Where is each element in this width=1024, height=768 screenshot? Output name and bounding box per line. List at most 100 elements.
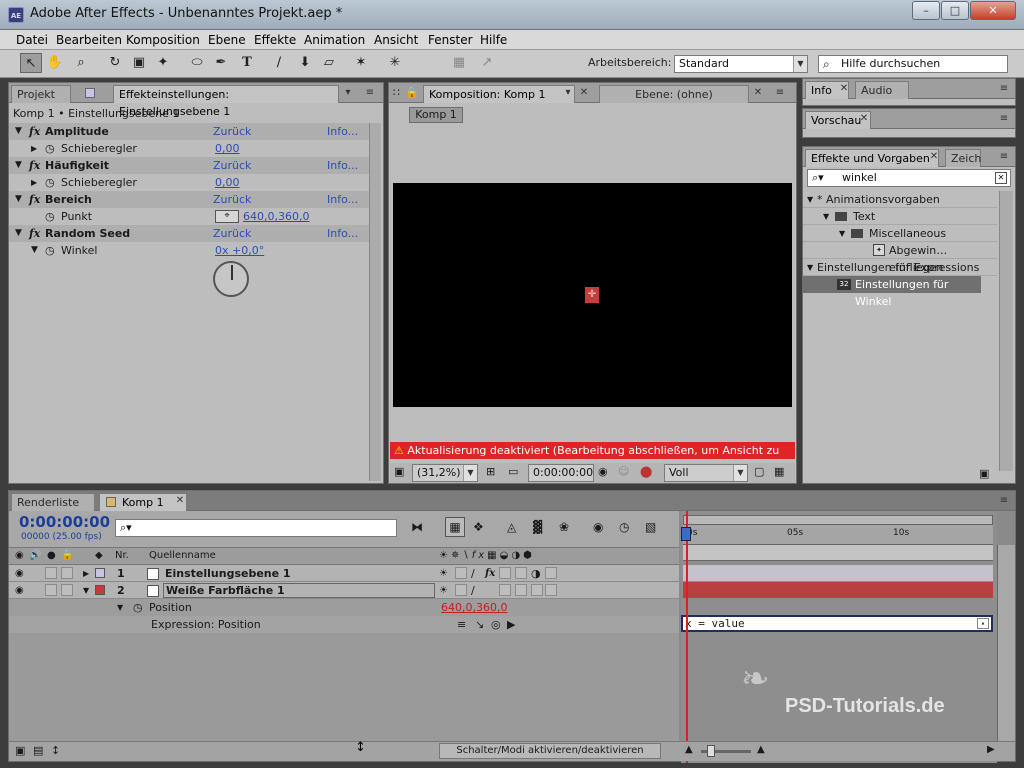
anchor-crosshair-icon[interactable]: ✛ bbox=[585, 287, 599, 303]
puppet-pin-tool-icon[interactable]: ✳ bbox=[384, 53, 406, 73]
menu-datei[interactable]: Datei bbox=[16, 33, 48, 47]
panel-menu-icon[interactable]: ≡ bbox=[997, 83, 1011, 95]
menu-ebene[interactable]: Ebene bbox=[208, 33, 246, 47]
axis-mode-icon[interactable]: ↗ bbox=[476, 53, 498, 73]
eraser-tool-icon[interactable]: ▱ bbox=[318, 53, 340, 73]
triangle-down-icon[interactable]: ▼ bbox=[807, 259, 813, 276]
reset-link[interactable]: Zurück bbox=[213, 191, 251, 208]
chevron-down-icon[interactable]: ▾ bbox=[341, 87, 355, 99]
live-update-icon[interactable]: ▧ bbox=[645, 520, 656, 534]
expand-in-out-icon[interactable]: ↕ bbox=[51, 744, 60, 757]
close-tab-icon[interactable]: ✕ bbox=[173, 495, 187, 507]
channel-icon[interactable]: ⬤ bbox=[640, 465, 652, 478]
layer-name[interactable]: Weiße Farbfläche 1 bbox=[163, 583, 435, 598]
effect-haeufigkeit[interactable]: ▼ fx Häufigkeit Zurück Info... bbox=[9, 157, 375, 174]
current-time-field[interactable]: 0:00:00:00 bbox=[528, 464, 594, 482]
current-time-indicator[interactable] bbox=[686, 511, 688, 763]
time-ruler[interactable]: 0s 05s 10s bbox=[683, 525, 993, 545]
switch-box[interactable] bbox=[455, 567, 467, 579]
switch-box[interactable] bbox=[515, 567, 527, 579]
reset-link[interactable]: Zurück bbox=[213, 157, 251, 174]
switch-box[interactable] bbox=[499, 567, 511, 579]
triangle-down-icon[interactable]: ▼ bbox=[31, 242, 38, 259]
label-column-icon[interactable]: ◆ bbox=[95, 548, 103, 564]
switch-box[interactable] bbox=[545, 584, 557, 596]
stopwatch-icon[interactable]: ◷ bbox=[133, 599, 143, 616]
tree-item-expression-controls[interactable]: ▼ Einstellungen für Expressions bbox=[803, 259, 997, 276]
panel-menu-icon[interactable]: ≡ bbox=[997, 113, 1011, 125]
clear-search-icon[interactable]: ✕ bbox=[995, 172, 1007, 184]
property-row-position[interactable]: ▼ ◷ Position 640,0,360,0 bbox=[9, 599, 679, 616]
triangle-down-icon[interactable]: ▼ bbox=[823, 208, 829, 225]
tab-komposition[interactable]: Komposition: Komp 1 bbox=[423, 85, 575, 103]
shy-switch-icon[interactable]: ☀ bbox=[439, 582, 448, 599]
fx-icon[interactable]: fx bbox=[29, 123, 40, 140]
layer-row[interactable]: ◉ ▶ 1 Einstellungsebene 1 ☀ ∕ fx ◑ bbox=[9, 565, 679, 582]
effect-bereich[interactable]: ▼ fx Bereich Zurück Info... bbox=[9, 191, 375, 208]
close-button[interactable]: ✕ bbox=[970, 1, 1016, 20]
info-link[interactable]: Info... bbox=[327, 191, 358, 208]
param-value[interactable]: 0x +0,0° bbox=[215, 242, 264, 259]
tab-zeichen[interactable]: Zeich bbox=[945, 149, 981, 167]
triangle-down-icon[interactable]: ▼ bbox=[807, 191, 813, 208]
adjustment-layer-icon[interactable]: ◑ bbox=[531, 565, 541, 582]
expression-editor[interactable]: x = value ▴ bbox=[681, 615, 993, 632]
lock-toggle[interactable] bbox=[61, 567, 73, 579]
solo-column-icon[interactable]: ● bbox=[47, 548, 56, 564]
layer-name[interactable]: Einstellungsebene 1 bbox=[165, 565, 291, 582]
close-tab-icon[interactable]: ✕ bbox=[837, 83, 851, 95]
preview-icon[interactable]: ▣ bbox=[394, 465, 404, 478]
menu-fenster[interactable]: Fenster bbox=[428, 33, 473, 47]
menu-effekte[interactable]: Effekte bbox=[254, 33, 296, 47]
brush-tool-icon[interactable]: ∕ bbox=[268, 53, 290, 73]
panel-menu-icon[interactable]: ≡ bbox=[997, 151, 1011, 163]
menu-animation[interactable]: Animation bbox=[304, 33, 365, 47]
reset-link[interactable]: Zurück bbox=[213, 225, 251, 242]
hide-shy-layers-icon[interactable]: ❖ bbox=[473, 520, 484, 534]
visibility-column-icon[interactable]: ◉ bbox=[15, 548, 24, 564]
tree-item-text[interactable]: ▼ Text bbox=[803, 208, 997, 225]
menu-bearbeiten[interactable]: Bearbeiten bbox=[56, 33, 122, 47]
timeline-vertical-scrollbar[interactable] bbox=[997, 545, 1015, 745]
new-folder-icon[interactable]: ▣ bbox=[979, 467, 989, 480]
mask-tool-icon[interactable]: ⬭ bbox=[186, 53, 208, 73]
comp-bar[interactable] bbox=[683, 545, 993, 561]
chevron-down-icon[interactable]: ▾ bbox=[561, 87, 575, 99]
panel-menu-icon[interactable]: ≡ bbox=[363, 87, 377, 99]
info-link[interactable]: Info... bbox=[327, 123, 358, 140]
stopwatch-icon[interactable]: ◷ bbox=[45, 242, 55, 259]
lock-toggle[interactable] bbox=[61, 584, 73, 596]
property-value[interactable]: 640,0,360,0 bbox=[441, 599, 507, 616]
angle-dial[interactable] bbox=[213, 261, 249, 297]
triangle-down-icon[interactable]: ▼ bbox=[117, 599, 123, 616]
tree-item-preset[interactable]: ✦ Abgewin…einfliegen bbox=[803, 242, 997, 274]
zoom-slider-thumb[interactable] bbox=[707, 745, 715, 757]
stopwatch-icon[interactable]: ◷ bbox=[45, 140, 55, 157]
zoom-tool-icon[interactable]: ⌕ bbox=[70, 53, 92, 73]
tab-effekte-vorgaben[interactable]: Effekte und Vorgaben bbox=[805, 149, 939, 167]
close-tab-icon[interactable]: ✕ bbox=[857, 113, 871, 125]
lock-icon[interactable]: 🔒 bbox=[405, 86, 419, 99]
menu-ansicht[interactable]: Ansicht bbox=[374, 33, 418, 47]
time-graph-area[interactable]: 0s 05s 10s x = value ▴ ❧ PSD-Tutorials.d… bbox=[681, 511, 997, 763]
switch-box[interactable] bbox=[545, 567, 557, 579]
tab-audio[interactable]: Audio bbox=[855, 81, 909, 99]
eye-icon[interactable]: ◉ bbox=[15, 565, 24, 582]
help-search-input[interactable]: ⌕ Hilfe durchsuchen bbox=[818, 55, 1008, 73]
triangle-down-icon[interactable]: ▼ bbox=[15, 225, 22, 242]
show-snapshot-icon[interactable]: ☺ bbox=[618, 465, 629, 478]
clone-stamp-tool-icon[interactable]: ⬇ bbox=[294, 53, 316, 73]
pen-tool-icon[interactable]: ✒ bbox=[210, 53, 232, 73]
fx-switch-icon[interactable]: fx bbox=[485, 565, 495, 582]
panel-menu-icon[interactable]: ≡ bbox=[773, 87, 787, 99]
quality-switch-icon[interactable]: ∕ bbox=[471, 582, 475, 599]
auto-keyframe-icon[interactable]: ◉ bbox=[593, 520, 603, 534]
tab-ebene[interactable]: Ebene: (ohne) bbox=[599, 85, 749, 103]
switch-box[interactable] bbox=[531, 584, 543, 596]
grid-snap-icon[interactable]: ▦ bbox=[448, 53, 470, 73]
roto-brush-tool-icon[interactable]: ✶ bbox=[350, 53, 372, 73]
minimize-button[interactable]: – bbox=[912, 1, 940, 20]
switches-modes-toggle-button[interactable]: Schalter/Modi aktivieren/deaktivieren bbox=[439, 743, 661, 759]
close-tab-icon[interactable]: ✕ bbox=[927, 151, 941, 163]
triangle-right-icon[interactable]: ▶ bbox=[83, 565, 89, 582]
